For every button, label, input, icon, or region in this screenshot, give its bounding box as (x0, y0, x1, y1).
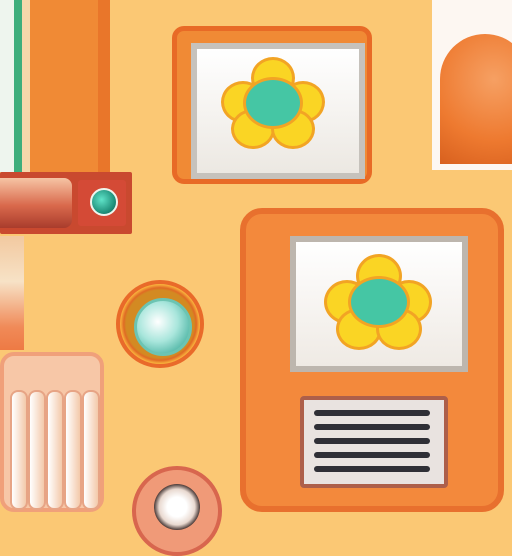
orange-dome (440, 34, 512, 164)
panel-stripe-green (14, 0, 22, 172)
grille-line (314, 438, 430, 444)
dome-panel (432, 0, 512, 170)
top-picture-frame[interactable] (172, 26, 372, 184)
grille-line (314, 424, 430, 430)
radiator-vent (0, 352, 104, 512)
radiator-slat (64, 390, 82, 510)
support-post (0, 236, 24, 350)
grille-line (314, 452, 430, 458)
porthole-opening (154, 484, 200, 530)
panel-stripe-cream (22, 0, 30, 172)
machine-panel (240, 208, 504, 512)
radiator-slat (46, 390, 64, 510)
radiator-slat (82, 390, 100, 510)
speaker-grille (300, 396, 448, 488)
lens-icon (134, 298, 192, 356)
pipe-tube (0, 178, 72, 228)
indicator-light-icon[interactable] (90, 188, 118, 216)
panel-stripe-white (0, 0, 14, 172)
machine-screen[interactable] (290, 236, 468, 372)
porthole (132, 466, 222, 556)
round-lens-button[interactable] (116, 280, 204, 368)
grille-line (314, 410, 430, 416)
flower-icon (221, 57, 325, 149)
left-side-panel (0, 0, 110, 172)
flower-icon (324, 254, 432, 350)
panel-stripe-edge (98, 0, 110, 172)
radiator-slat (28, 390, 46, 510)
top-frame-screen (191, 43, 365, 179)
grille-line (314, 466, 430, 472)
radiator-slat (10, 390, 28, 510)
